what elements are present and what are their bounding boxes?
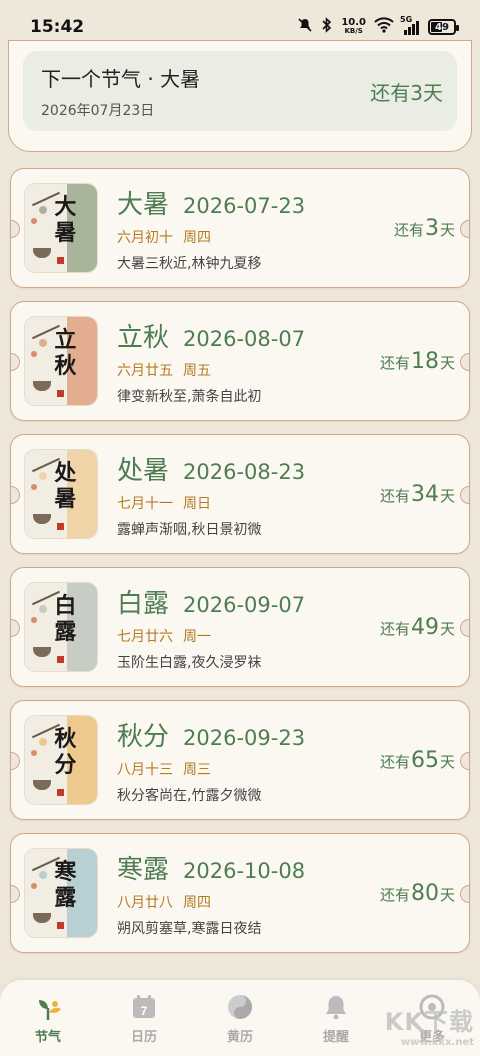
term-lunar-date: 八月十三 周三	[117, 761, 211, 778]
term-card[interactable]: 大暑 大暑 2026-07-23 六月初十 周四 大暑三秋近,林钟九夏移 还有 3 天	[10, 168, 470, 288]
svg-text:7: 7	[141, 1004, 148, 1018]
term-name: 寒露	[117, 854, 170, 885]
term-card[interactable]: 立秋 立秋 2026-08-07 六月廿五 周五 律变新秋至,萧条自此初 还有 18…	[10, 301, 470, 421]
term-remaining: 还有 18 天	[379, 348, 455, 374]
mute-icon	[297, 17, 313, 37]
seal-stamp	[56, 523, 64, 530]
sprout-bird-icon	[33, 992, 63, 1022]
next-term-card[interactable]: 下一个节气 · 大暑 2026年07月23日 还有3天	[8, 40, 472, 152]
term-poem: 露蝉声渐咽,秋日景初微	[117, 521, 262, 538]
term-card[interactable]: 寒露 寒露 2026-10-08 八月廿八 周四 朔风剪塞草,寒露日夜结 还有 80…	[10, 833, 470, 953]
term-date: 2026-10-08	[183, 858, 306, 883]
term-calligraphy: 大暑	[54, 194, 77, 246]
term-name: 大暑	[117, 189, 170, 220]
term-remaining: 还有 65 天	[379, 747, 455, 773]
term-poem: 玉阶生白露,夜久浸罗袜	[117, 654, 262, 671]
seal-stamp	[56, 789, 64, 796]
term-remaining: 还有 80 天	[379, 880, 455, 906]
term-lunar-date: 七月廿六 周一	[117, 628, 211, 645]
next-term-remaining: 还有3天	[370, 80, 443, 105]
term-illustration: 立秋	[25, 317, 97, 405]
term-calligraphy: 白露	[54, 593, 77, 645]
nav-label: 日历	[130, 1029, 157, 1045]
term-date: 2026-09-07	[183, 592, 306, 617]
term-card[interactable]: 白露 白露 2026-09-07 七月廿六 周一 玉阶生白露,夜久浸罗袜 还有 49…	[10, 567, 470, 687]
nav-item-calendar[interactable]: 7 日历	[104, 992, 184, 1045]
nav-label: 黄历	[226, 1029, 253, 1045]
term-calligraphy: 处暑	[54, 460, 77, 512]
next-term-panel: 下一个节气 · 大暑 2026年07月23日 还有3天	[23, 51, 457, 131]
term-poem: 朔风剪塞草,寒露日夜结	[117, 920, 262, 937]
term-remaining: 还有 49 天	[379, 614, 455, 640]
seal-stamp	[56, 390, 64, 397]
term-name: 秋分	[117, 721, 170, 752]
status-icons: 10.0 KB/S 5G 49	[297, 15, 459, 37]
term-card[interactable]: 处暑 处暑 2026-08-23 七月十一 周日 露蝉声渐咽,秋日景初微 还有 34…	[10, 434, 470, 554]
term-name: 处暑	[117, 455, 170, 486]
term-illustration: 寒露	[25, 849, 97, 937]
term-lunar-date: 七月十一 周日	[117, 495, 211, 512]
watermark: KK下载 www.kkx.net	[384, 1008, 474, 1048]
yin-yang-icon	[225, 992, 255, 1022]
term-date: 2026-09-23	[183, 725, 306, 750]
nav-label: 提醒	[322, 1029, 349, 1045]
term-poem: 律变新秋至,萧条自此初	[117, 388, 262, 405]
term-illustration: 大暑	[25, 184, 97, 272]
term-poem: 秋分客尚在,竹露夕微微	[117, 787, 262, 804]
seal-stamp	[56, 257, 64, 264]
seal-stamp	[56, 656, 64, 663]
cellular-signal-icon: 5G	[400, 15, 420, 35]
term-lunar-date: 八月廿八 周四	[117, 894, 211, 911]
term-date: 2026-08-07	[183, 326, 306, 351]
term-name: 立秋	[117, 322, 170, 353]
status-time: 15:42	[30, 17, 85, 37]
term-poem: 大暑三秋近,林钟九夏移	[117, 255, 262, 272]
term-date: 2026-08-23	[183, 459, 306, 484]
bluetooth-icon	[321, 17, 333, 37]
nav-label: 节气	[34, 1029, 61, 1045]
term-calligraphy: 立秋	[54, 327, 77, 379]
seal-stamp	[56, 922, 64, 929]
next-term-title: 下一个节气 · 大暑	[41, 66, 201, 91]
nav-item-solar-terms[interactable]: 节气	[8, 992, 88, 1045]
net-speed: 10.0 KB/S	[341, 17, 366, 36]
wifi-icon	[374, 17, 394, 37]
bell-icon	[321, 992, 351, 1022]
term-date: 2026-07-23	[183, 193, 306, 218]
nav-item-reminder[interactable]: 提醒	[296, 992, 376, 1045]
term-calligraphy: 寒露	[54, 859, 77, 911]
term-calligraphy: 秋分	[54, 726, 77, 778]
battery-indicator: 49	[428, 19, 459, 35]
term-remaining: 还有 34 天	[379, 481, 455, 507]
term-lunar-date: 六月廿五 周五	[117, 362, 211, 379]
nav-item-almanac[interactable]: 黄历	[200, 992, 280, 1045]
term-name: 白露	[117, 588, 170, 619]
term-lunar-date: 六月初十 周四	[117, 229, 211, 246]
calendar-icon: 7	[129, 992, 159, 1022]
term-illustration: 白露	[25, 583, 97, 671]
term-illustration: 处暑	[25, 450, 97, 538]
term-card[interactable]: 秋分 秋分 2026-09-23 八月十三 周三 秋分客尚在,竹露夕微微 还有 65…	[10, 700, 470, 820]
term-remaining: 还有 3 天	[393, 215, 455, 241]
next-term-date: 2026年07月23日	[41, 102, 155, 119]
term-illustration: 秋分	[25, 716, 97, 804]
